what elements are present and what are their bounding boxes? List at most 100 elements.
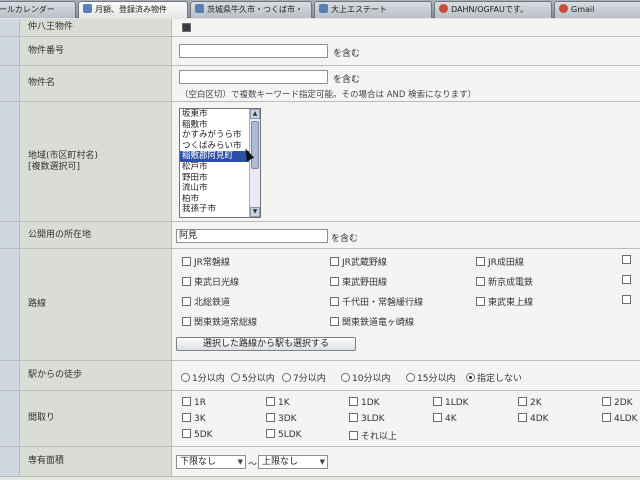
walk-radio[interactable] bbox=[231, 373, 240, 382]
listbox-scrollbar[interactable]: ▲ ▼ bbox=[249, 109, 260, 217]
area-max-select[interactable]: 上限なし ▼ bbox=[258, 455, 328, 469]
line-option[interactable]: JR成田線 bbox=[476, 255, 524, 268]
layout-option[interactable]: 5LDK bbox=[266, 429, 302, 440]
line-checkbox[interactable] bbox=[182, 277, 191, 286]
line-option[interactable]: 東武野田線 bbox=[330, 275, 387, 288]
tab-calendar[interactable]: ールカレンダー bbox=[0, 1, 76, 18]
row-layout: 間取り 1R 1K 1DK 1LDK 2K 2DK 3K 3DK 3LDK 4K 4DK 4LDK 5D… bbox=[0, 391, 640, 447]
property-number-input[interactable] bbox=[179, 44, 328, 58]
layout-option[interactable]: 1K bbox=[266, 397, 290, 408]
layout-option[interactable]: 3K bbox=[182, 413, 206, 424]
layout-option[interactable]: 2K bbox=[518, 397, 542, 408]
line-option[interactable]: 東武東上線 bbox=[476, 295, 533, 308]
line-option-offscreen[interactable] bbox=[622, 275, 634, 286]
line-checkbox[interactable] bbox=[622, 275, 631, 284]
line-checkbox[interactable] bbox=[330, 317, 339, 326]
walk-radio[interactable] bbox=[341, 373, 350, 382]
tab-registered-properties[interactable]: 月額、登録済み物件 bbox=[78, 1, 188, 18]
line-checkbox[interactable] bbox=[476, 277, 485, 286]
line-checkbox[interactable] bbox=[182, 297, 191, 306]
layout-checkbox[interactable] bbox=[349, 413, 358, 422]
line-option[interactable]: 関東鉄道竜ヶ崎線 bbox=[330, 315, 414, 328]
area-option[interactable]: つくばみらい市 bbox=[180, 141, 250, 152]
layout-checkbox[interactable] bbox=[518, 413, 527, 422]
scroll-down-icon[interactable]: ▼ bbox=[250, 207, 260, 217]
hachioji-checkbox[interactable] bbox=[182, 23, 191, 32]
property-name-input[interactable] bbox=[179, 70, 328, 84]
layout-option[interactable]: 4DK bbox=[518, 413, 549, 424]
walk-radio[interactable] bbox=[282, 373, 291, 382]
line-option-offscreen[interactable] bbox=[622, 295, 634, 306]
tab-ibaraki-search[interactable]: 茨城県牛久市・つくば市・ bbox=[190, 1, 312, 18]
area-listbox[interactable]: 坂東市 稲敷市 かすみがうら市 つくばみらい市 稲敷郡阿見町 松戸市 野田市 流山市 柏市 我孫子… bbox=[179, 108, 261, 218]
line-checkbox[interactable] bbox=[330, 297, 339, 306]
line-option[interactable]: 東武日光線 bbox=[182, 275, 239, 288]
line-checkbox[interactable] bbox=[476, 297, 485, 306]
line-option[interactable]: JR常磐線 bbox=[182, 255, 230, 268]
walk-option[interactable]: 5分以内 bbox=[231, 371, 275, 384]
area-option[interactable]: 柏市 bbox=[180, 194, 250, 205]
layout-checkbox[interactable] bbox=[182, 397, 191, 406]
line-option[interactable]: 千代田・常磐緩行線 bbox=[330, 295, 423, 308]
layout-checkbox[interactable] bbox=[602, 397, 611, 406]
line-option[interactable]: 関東鉄道常総線 bbox=[182, 315, 257, 328]
layout-option[interactable]: 4K bbox=[433, 413, 457, 424]
area-option[interactable]: かすみがうら市 bbox=[180, 130, 250, 141]
line-option[interactable]: 新京成電鉄 bbox=[476, 275, 533, 288]
layout-option[interactable]: 2DK bbox=[602, 397, 633, 408]
line-option-offscreen[interactable] bbox=[622, 255, 634, 266]
layout-checkbox[interactable] bbox=[266, 413, 275, 422]
layout-option[interactable]: 1LDK bbox=[433, 397, 469, 408]
layout-checkbox[interactable] bbox=[266, 429, 275, 438]
scroll-up-icon[interactable]: ▲ bbox=[250, 109, 260, 119]
layout-checkbox[interactable] bbox=[518, 397, 527, 406]
tab-gmail[interactable]: Gmail bbox=[554, 1, 640, 18]
walk-option[interactable]: 7分以内 bbox=[282, 371, 326, 384]
layout-checkbox[interactable] bbox=[602, 413, 611, 422]
layout-checkbox[interactable] bbox=[349, 397, 358, 406]
area-min-select[interactable]: 下限なし ▼ bbox=[176, 455, 246, 469]
walk-option[interactable]: 15分以内 bbox=[406, 371, 455, 384]
layout-checkbox[interactable] bbox=[433, 397, 442, 406]
walk-radio[interactable] bbox=[466, 373, 475, 382]
walk-radio[interactable] bbox=[406, 373, 415, 382]
walk-option[interactable]: 1分以内 bbox=[181, 371, 225, 384]
layout-checkbox[interactable] bbox=[349, 431, 358, 440]
layout-option[interactable]: 5DK bbox=[182, 429, 213, 440]
layout-option[interactable]: 1R bbox=[182, 397, 206, 408]
scroll-thumb[interactable] bbox=[251, 121, 259, 169]
layout-option[interactable]: 3LDK bbox=[349, 413, 385, 424]
layout-checkbox[interactable] bbox=[182, 413, 191, 422]
line-option[interactable]: JR武蔵野線 bbox=[330, 255, 387, 268]
layout-option[interactable]: それ以上 bbox=[349, 429, 397, 442]
line-checkbox[interactable] bbox=[182, 257, 191, 266]
walk-radio[interactable] bbox=[181, 373, 190, 382]
line-checkbox[interactable] bbox=[182, 317, 191, 326]
tab-estate[interactable]: 大上エステート bbox=[314, 1, 432, 18]
layout-checkbox[interactable] bbox=[266, 397, 275, 406]
area-option[interactable]: 坂東市 bbox=[180, 109, 250, 120]
layout-checkbox[interactable] bbox=[182, 429, 191, 438]
layout-checkbox[interactable] bbox=[433, 413, 442, 422]
line-checkbox[interactable] bbox=[476, 257, 485, 266]
walk-option[interactable]: 指定しない bbox=[466, 371, 522, 384]
tab-dahn[interactable]: DAHN/OGFAUです。 bbox=[434, 1, 552, 18]
layout-option[interactable]: 1DK bbox=[349, 397, 380, 408]
area-option[interactable]: 流山市 bbox=[180, 183, 250, 194]
line-checkbox[interactable] bbox=[622, 255, 631, 264]
line-checkbox[interactable] bbox=[330, 257, 339, 266]
line-checkbox[interactable] bbox=[330, 277, 339, 286]
area-option[interactable]: 稲敷市 bbox=[180, 120, 250, 131]
area-option[interactable]: 我孫子市 bbox=[180, 204, 250, 215]
line-option[interactable]: 北総鉄道 bbox=[182, 295, 230, 308]
area-option[interactable]: 松戸市 bbox=[180, 162, 250, 173]
walk-option[interactable]: 10分以内 bbox=[341, 371, 390, 384]
public-address-input[interactable]: 阿見 bbox=[176, 229, 328, 243]
line-checkbox[interactable] bbox=[622, 295, 631, 304]
area-option[interactable]: 野田市 bbox=[180, 173, 250, 184]
layout-option[interactable]: 4LDK bbox=[602, 413, 638, 424]
area-option[interactable]: 稲敷郡阿見町 bbox=[180, 151, 250, 162]
page-icon bbox=[83, 4, 92, 13]
layout-option[interactable]: 3DK bbox=[266, 413, 297, 424]
select-stations-button[interactable]: 選択した路線から駅も選択する bbox=[176, 337, 356, 351]
